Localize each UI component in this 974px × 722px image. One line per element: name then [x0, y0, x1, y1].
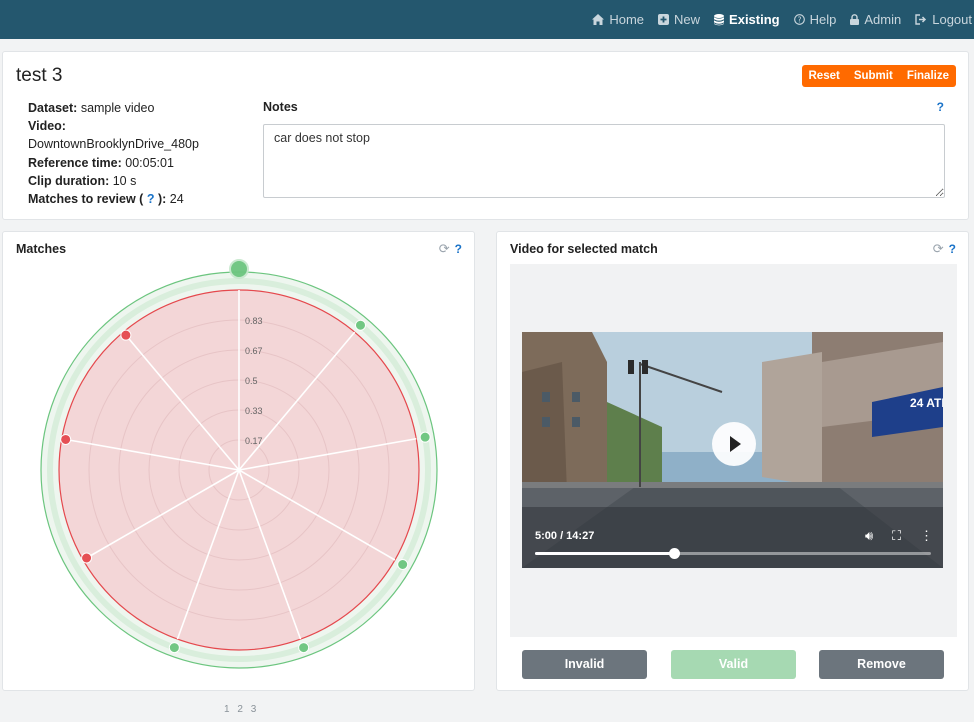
- dataset-label: Dataset:: [28, 101, 78, 115]
- valid-match-point[interactable]: [229, 259, 249, 279]
- page-3-link[interactable]: 3: [251, 704, 257, 715]
- video-container: 24 ATM 5:00 / 14:27 🔊︎ ⛶ ⋮: [510, 264, 957, 637]
- matches-title: Matches: [16, 242, 67, 256]
- nav-existing[interactable]: Existing: [714, 12, 780, 27]
- valid-match-point[interactable]: [397, 559, 409, 570]
- nav-help[interactable]: ? Help: [793, 12, 837, 27]
- dataset-row: Dataset: sample video: [28, 99, 248, 117]
- nav-home[interactable]: Home: [592, 12, 644, 27]
- lock-icon: [850, 14, 860, 25]
- logout-icon: [915, 14, 927, 25]
- invalid-match-point[interactable]: [81, 552, 93, 564]
- page-1-link[interactable]: 1: [224, 704, 230, 715]
- database-icon: [714, 13, 725, 25]
- matches-label-b: ):: [157, 192, 167, 207]
- submit-button[interactable]: Submit: [847, 65, 900, 87]
- matches-help-button[interactable]: ?: [147, 192, 155, 206]
- test-title: test 3: [16, 65, 63, 86]
- nav-menu: Home New Existing ? Help Admin Logout: [578, 0, 972, 39]
- top-navbar: Home New Existing ? Help Admin Logout: [0, 0, 974, 39]
- nav-home-label: Home: [609, 12, 645, 27]
- video-progress-fill: [535, 552, 674, 555]
- video-player[interactable]: 24 ATM 5:00 / 14:27 🔊︎ ⛶ ⋮: [522, 332, 943, 568]
- test-details-card: test 3 Reset Submit Finalize Dataset: sa…: [2, 51, 969, 220]
- volume-icon[interactable]: 🔊︎: [865, 528, 873, 544]
- nav-help-label: Help: [809, 12, 837, 27]
- video-row: Video:: [28, 117, 248, 135]
- video-value: DowntownBrooklynDrive_480p: [28, 137, 199, 152]
- matches-help-button[interactable]: ?: [455, 242, 462, 256]
- reset-button[interactable]: Reset: [802, 65, 847, 87]
- invalid-button[interactable]: Invalid: [522, 650, 647, 679]
- home-icon: [592, 14, 605, 25]
- refresh-icon[interactable]: ⟳: [933, 241, 944, 257]
- svg-text:?: ?: [797, 15, 801, 24]
- polar-tick-label: 0.83: [245, 316, 263, 326]
- nav-new-label: New: [674, 12, 701, 27]
- video-label: Video:: [28, 119, 66, 134]
- notes-help-button[interactable]: ?: [937, 100, 944, 114]
- reference-row: Reference time: 00:05:01: [28, 154, 248, 172]
- invalid-match-point[interactable]: [60, 433, 72, 445]
- more-options-icon[interactable]: ⋮: [920, 528, 933, 544]
- valid-match-point[interactable]: [354, 319, 366, 331]
- nav-admin[interactable]: Admin: [850, 12, 901, 27]
- nav-new[interactable]: New: [658, 12, 700, 27]
- page-2-link[interactable]: 2: [237, 704, 243, 715]
- refresh-icon[interactable]: ⟳: [439, 241, 450, 257]
- valid-button[interactable]: Valid: [671, 650, 796, 679]
- matches-card: Matches ⟳ ? 0.83 0.67 0.5 0.33 0.17: [2, 231, 475, 691]
- clip-value: 10 s: [112, 173, 137, 188]
- matches-polar-chart[interactable]: 0.830.670.50.330.17: [3, 256, 475, 686]
- polar-tick-label: 0.67: [245, 346, 263, 356]
- action-button-group: Reset Submit Finalize: [801, 65, 956, 87]
- video-card: Video for selected match ⟳ ? 24 ATM: [496, 231, 969, 691]
- remove-button[interactable]: Remove: [819, 650, 944, 679]
- fullscreen-icon[interactable]: ⛶: [892, 528, 901, 544]
- clip-row: Clip duration: 10 s: [28, 172, 248, 190]
- reference-label: Reference time:: [28, 155, 122, 170]
- nav-existing-label: Existing: [729, 12, 780, 27]
- svg-text:24 ATM: 24 ATM: [910, 396, 943, 410]
- polar-tick-label: 0.33: [245, 406, 263, 416]
- reference-value: 00:05:01: [125, 155, 174, 170]
- matches-card-icons: ⟳ ?: [439, 241, 462, 257]
- matches-row: Matches to review ( ? ): 24: [28, 190, 248, 208]
- test-info: Dataset: sample video Video: DowntownBro…: [28, 99, 248, 208]
- video-help-button[interactable]: ?: [949, 242, 956, 256]
- nav-admin-label: Admin: [864, 12, 902, 27]
- matches-label-a: Matches to review (: [28, 192, 144, 207]
- play-button[interactable]: [712, 422, 756, 466]
- nav-logout[interactable]: Logout: [915, 12, 972, 27]
- video-progress-knob[interactable]: [668, 548, 680, 559]
- valid-match-point[interactable]: [168, 642, 180, 654]
- nav-logout-label: Logout: [932, 12, 972, 27]
- video-card-title: Video for selected match: [510, 242, 658, 256]
- pagination: 1 2 3: [224, 704, 261, 715]
- video-time: 5:00 / 14:27: [535, 530, 595, 542]
- notes-label: Notes: [263, 100, 298, 114]
- valid-match-point[interactable]: [298, 642, 310, 654]
- matches-value: 24: [169, 192, 184, 207]
- polar-tick-label: 0.5: [245, 376, 258, 386]
- video-card-icons: ⟳ ?: [933, 241, 956, 257]
- invalid-match-point[interactable]: [120, 329, 132, 341]
- video-progress-bar[interactable]: [535, 548, 931, 559]
- notes-textarea[interactable]: car does not stop: [263, 124, 945, 198]
- valid-match-point[interactable]: [419, 431, 431, 443]
- plus-square-icon: [658, 14, 670, 25]
- clip-label: Clip duration:: [28, 173, 110, 188]
- question-circle-icon: ?: [793, 14, 805, 25]
- finalize-button[interactable]: Finalize: [900, 65, 956, 87]
- dataset-value: sample video: [80, 101, 155, 115]
